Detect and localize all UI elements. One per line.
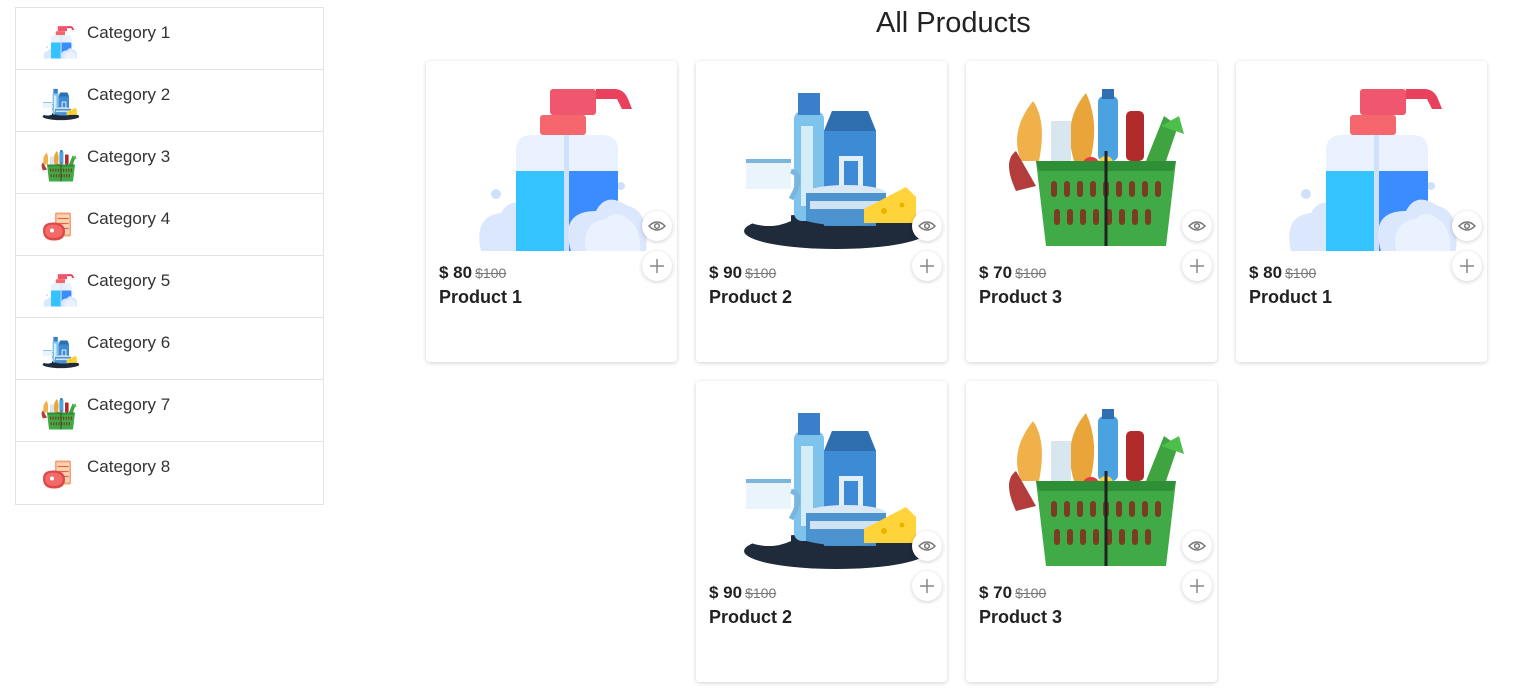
price: $ 80 [439, 263, 473, 282]
add-to-cart-button[interactable] [1182, 251, 1212, 281]
add-to-cart-button[interactable] [642, 251, 672, 281]
dairy-icon [726, 401, 926, 576]
sidebar-item-label: Category 1 [87, 23, 171, 42]
plus-icon [1190, 579, 1204, 593]
meat-icon [39, 208, 79, 248]
product-card[interactable]: $ 90 $100 Product 2 [696, 381, 947, 682]
price: $ 70 [979, 583, 1013, 602]
view-button[interactable] [1182, 211, 1212, 241]
price-line: $ 80 $100 [439, 263, 506, 283]
sidebar-item-label: Category 5 [87, 271, 171, 290]
product-card[interactable]: $ 70 $100 Product 3 [966, 61, 1217, 362]
sidebar-item-category-1[interactable]: Category 1 [16, 8, 323, 70]
view-button[interactable] [642, 211, 672, 241]
sidebar-item-label: Category 7 [87, 395, 171, 414]
sanitizer-icon [39, 22, 79, 62]
sanitizer-icon [39, 270, 79, 310]
view-button[interactable] [912, 211, 942, 241]
add-to-cart-button[interactable] [912, 571, 942, 601]
eye-icon [1458, 221, 1476, 231]
sidebar-item-category-7[interactable]: Category 7 [16, 380, 323, 442]
grocery-basket-icon [39, 146, 79, 186]
sanitizer-icon [1266, 81, 1466, 256]
add-to-cart-button[interactable] [912, 251, 942, 281]
product-card[interactable]: $ 80 $100 Product 1 [1236, 61, 1487, 362]
sidebar-item-category-5[interactable]: Category 5 [16, 256, 323, 318]
product-name[interactable]: Product 3 [979, 607, 1062, 628]
plus-icon [920, 259, 934, 273]
old-price: $100 [745, 585, 777, 601]
product-card[interactable]: $ 90 $100 Product 2 [696, 61, 947, 362]
meat-icon [39, 456, 79, 496]
dairy-icon [726, 81, 926, 256]
sidebar-item-label: Category 2 [87, 85, 171, 104]
plus-icon [1190, 259, 1204, 273]
old-price: $100 [1285, 265, 1317, 281]
old-price: $100 [1015, 585, 1047, 601]
sidebar-item-category-8[interactable]: Category 8 [16, 442, 323, 504]
view-button[interactable] [912, 531, 942, 561]
price-line: $ 90 $100 [709, 583, 776, 603]
sidebar-item-label: Category 8 [87, 457, 171, 476]
plus-icon [650, 259, 664, 273]
view-button[interactable] [1182, 531, 1212, 561]
page-title: All Products [876, 7, 1031, 39]
product-name[interactable]: Product 1 [1249, 287, 1332, 308]
price-line: $ 70 $100 [979, 263, 1046, 283]
product-card[interactable]: $ 80 $100 Product 1 [426, 61, 677, 362]
old-price: $100 [1015, 265, 1047, 281]
product-name[interactable]: Product 3 [979, 287, 1062, 308]
sidebar-item-category-6[interactable]: Category 6 [16, 318, 323, 380]
dairy-icon [39, 332, 79, 372]
price-line: $ 80 $100 [1249, 263, 1316, 283]
price: $ 80 [1249, 263, 1283, 282]
price-line: $ 70 $100 [979, 583, 1046, 603]
price-line: $ 90 $100 [709, 263, 776, 283]
old-price: $100 [475, 265, 507, 281]
view-button[interactable] [1452, 211, 1482, 241]
eye-icon [648, 221, 666, 231]
grocery-basket-icon [39, 394, 79, 434]
price: $ 90 [709, 263, 743, 282]
eye-icon [918, 541, 936, 551]
sidebar-item-category-3[interactable]: Category 3 [16, 132, 323, 194]
add-to-cart-button[interactable] [1182, 571, 1212, 601]
add-to-cart-button[interactable] [1452, 251, 1482, 281]
product-card[interactable]: $ 70 $100 Product 3 [966, 381, 1217, 682]
sanitizer-icon [456, 81, 656, 256]
category-sidebar: Category 1 Category 2 Category 3 Categor… [15, 7, 324, 505]
grocery-basket-icon [996, 401, 1196, 576]
product-name[interactable]: Product 2 [709, 287, 792, 308]
sidebar-item-label: Category 3 [87, 147, 171, 166]
old-price: $100 [745, 265, 777, 281]
product-name[interactable]: Product 1 [439, 287, 522, 308]
sidebar-item-category-4[interactable]: Category 4 [16, 194, 323, 256]
sidebar-item-label: Category 6 [87, 333, 171, 352]
price: $ 70 [979, 263, 1013, 282]
dairy-icon [39, 84, 79, 124]
product-name[interactable]: Product 2 [709, 607, 792, 628]
eye-icon [918, 221, 936, 231]
eye-icon [1188, 221, 1206, 231]
plus-icon [920, 579, 934, 593]
sidebar-item-label: Category 4 [87, 209, 171, 228]
plus-icon [1460, 259, 1474, 273]
eye-icon [1188, 541, 1206, 551]
sidebar-item-category-2[interactable]: Category 2 [16, 70, 323, 132]
grocery-basket-icon [996, 81, 1196, 256]
price: $ 90 [709, 583, 743, 602]
